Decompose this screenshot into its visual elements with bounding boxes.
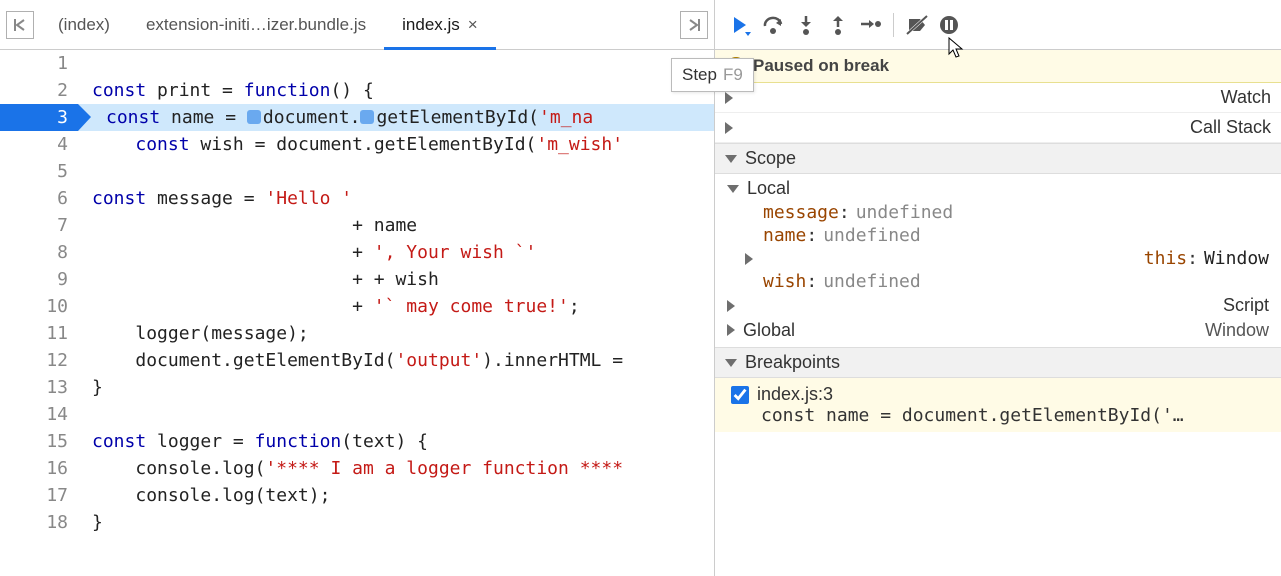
step-over-button[interactable] xyxy=(759,10,789,40)
tabs-bar: (index) extension-initi…izer.bundle.js i… xyxy=(0,0,714,50)
breakpoint-checkbox[interactable] xyxy=(731,386,749,404)
deactivate-bp-button[interactable] xyxy=(902,10,932,40)
nav-back-icon[interactable] xyxy=(6,11,34,39)
scope-var[interactable]: name: undefined xyxy=(715,224,1281,247)
local-scope-header[interactable]: Local xyxy=(715,176,1281,201)
paused-banner: Paused on break xyxy=(715,50,1281,83)
pause-exceptions-button[interactable] xyxy=(934,10,964,40)
scope-header[interactable]: Scope xyxy=(715,143,1281,174)
callstack-header[interactable]: Call Stack xyxy=(715,113,1281,143)
nav-fwd-icon[interactable] xyxy=(680,11,708,39)
breakpoints-header[interactable]: Breakpoints xyxy=(715,347,1281,378)
global-scope-row[interactable]: Global Window xyxy=(715,318,1281,343)
code-editor[interactable]: 123456789101112131415161718 const print … xyxy=(0,50,714,576)
close-tab-icon[interactable]: × xyxy=(468,15,478,35)
resume-button[interactable] xyxy=(727,10,757,40)
watch-header[interactable]: Watch xyxy=(715,83,1281,113)
debugger-toolbar xyxy=(715,0,1281,50)
step-tooltip: StepF9 xyxy=(671,58,754,92)
scope-var[interactable]: wish: undefined xyxy=(715,270,1281,293)
step-out-button[interactable] xyxy=(823,10,853,40)
breakpoint-entry[interactable]: index.js:3 const name = document.getElem… xyxy=(715,378,1281,432)
tab-index[interactable]: (index) xyxy=(40,0,128,49)
tab-extension[interactable]: extension-initi…izer.bundle.js xyxy=(128,0,384,49)
step-into-button[interactable] xyxy=(791,10,821,40)
scope-var[interactable]: this: Window xyxy=(715,247,1281,270)
tab-indexjs[interactable]: index.js× xyxy=(384,0,496,49)
step-button[interactable] xyxy=(855,10,885,40)
scope-var[interactable]: message: undefined xyxy=(715,201,1281,224)
script-scope-header[interactable]: Script xyxy=(715,293,1281,318)
